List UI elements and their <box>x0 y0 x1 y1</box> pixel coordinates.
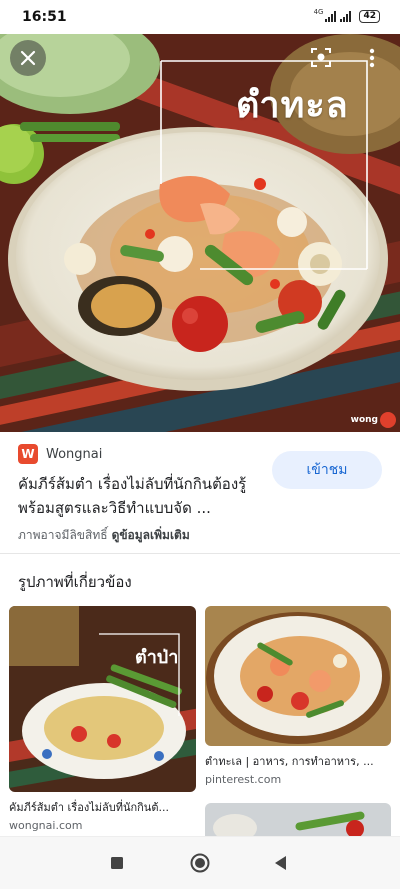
lens-icon <box>311 48 331 67</box>
more-info-link[interactable]: ดูข้อมูลเพิ่มเติม <box>112 528 190 542</box>
signal-icon <box>325 11 337 22</box>
related-caption: ตำทะเล | อาหาร, การทำอาหาร, ... <box>205 755 374 768</box>
related-domain: wongnai.com <box>9 819 83 832</box>
related-thumbnail[interactable]: ตำป่า <box>9 606 196 792</box>
page-title[interactable]: คัมภีร์ส้มตำ เรื่องไม่ลับที่นักกินต้องรู… <box>18 472 268 520</box>
more-vert-icon <box>369 48 375 68</box>
more-options-button[interactable] <box>360 44 384 72</box>
system-nav-bar <box>0 836 400 889</box>
related-domain: pinterest.com <box>205 773 282 786</box>
status-time: 16:51 <box>22 9 67 25</box>
som-tam-photo <box>9 606 196 792</box>
battery-icon: 42 <box>359 10 380 23</box>
dish-photo <box>205 803 391 836</box>
status-icons: 4G 42 <box>313 7 380 23</box>
watermark-text: wong <box>350 415 378 425</box>
related-caption: คัมภีร์ส้มตำ เรื่องไม่ลับที่นักกินต้... <box>9 801 169 814</box>
close-button[interactable] <box>10 40 46 76</box>
signal-icon-2 <box>340 11 352 22</box>
recents-square-icon <box>111 857 123 869</box>
site-name: Wongnai <box>46 446 103 462</box>
related-card[interactable]: ตำทะเล | อาหาร, การทำอาหาร, ... pinteres… <box>205 606 391 786</box>
back-triangle-icon <box>275 856 286 870</box>
hero-image[interactable]: ตำทะล wong <box>0 34 400 432</box>
divider <box>0 553 400 554</box>
related-card[interactable] <box>205 803 391 836</box>
home-button[interactable] <box>188 851 212 875</box>
related-thumbnail[interactable] <box>205 606 391 746</box>
home-circle-icon <box>190 853 210 873</box>
back-button[interactable] <box>268 851 292 875</box>
copyright-notice: ภาพอาจมีลิขสิทธิ์ ดูข้อมูลเพิ่มเติม <box>18 526 190 545</box>
lens-button[interactable] <box>308 44 334 70</box>
copyright-text: ภาพอาจมีลิขสิทธิ์ <box>18 528 108 542</box>
image-overlay-title: ตำทะล <box>236 85 349 126</box>
watermark-logo-icon <box>380 412 396 428</box>
network-type-label: 4G <box>313 7 324 16</box>
status-bar: 16:51 4G 42 <box>0 0 400 34</box>
wongnai-favicon-icon: W <box>18 444 38 464</box>
related-thumbnail[interactable] <box>205 803 391 836</box>
thumbnail-overlay-title: ตำป่า <box>135 647 179 668</box>
related-card[interactable]: ตำป่า คัมภีร์ส้มตำ เรื่องไม่ลับที่นักกิน… <box>9 606 196 832</box>
related-heading: รูปภาพที่เกี่ยวข้อง <box>18 573 132 591</box>
seafood-salad-photo <box>205 606 391 746</box>
recents-button[interactable] <box>105 851 129 875</box>
visit-button[interactable]: เข้าชม <box>272 451 382 489</box>
watermark: wong <box>351 412 396 428</box>
close-icon <box>20 50 36 66</box>
